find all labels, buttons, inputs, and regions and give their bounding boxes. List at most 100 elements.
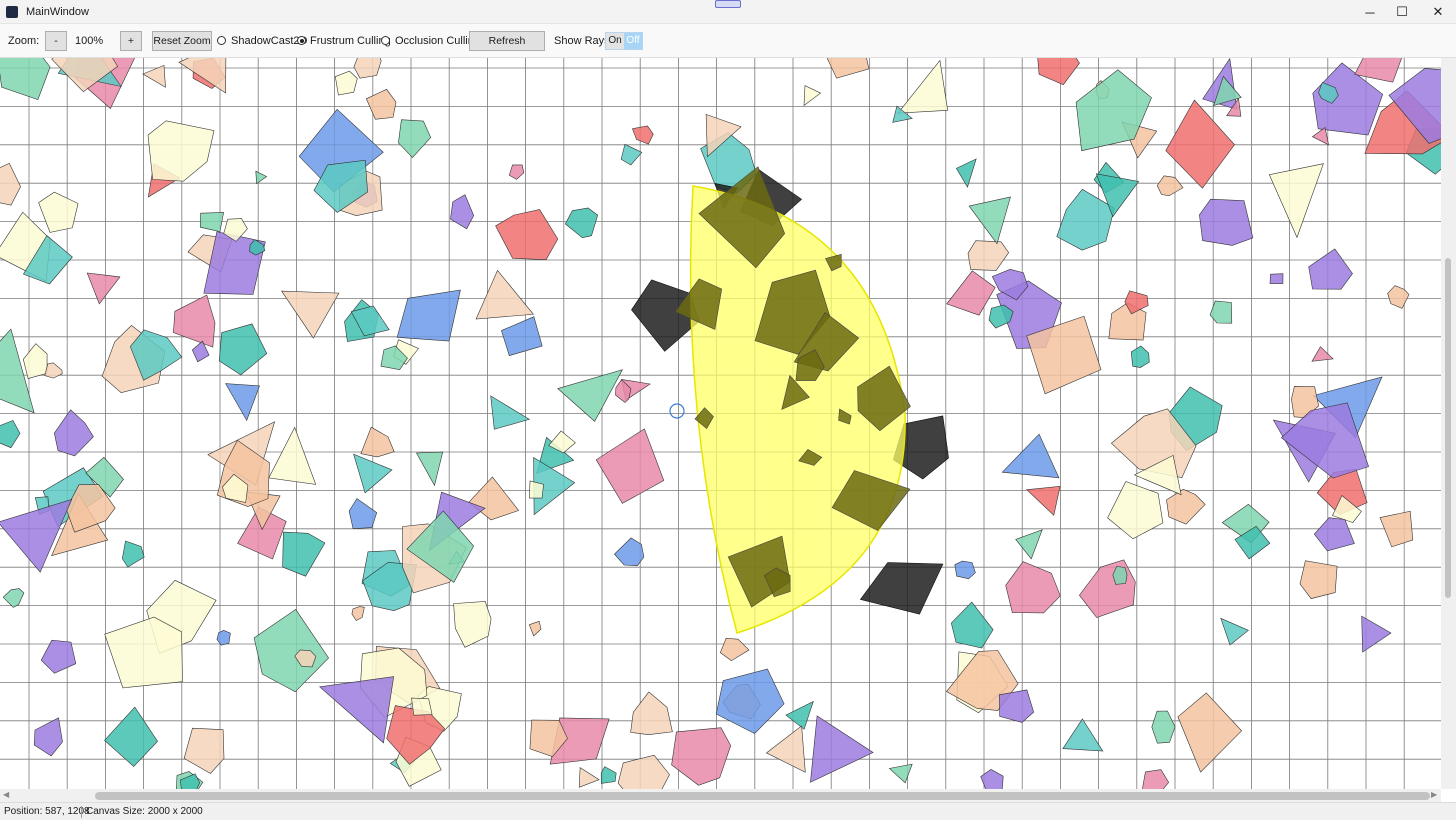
frustum-label[interactable]: Frustrum Culling	[310, 32, 391, 50]
camera-origin-icon	[669, 403, 685, 419]
scene-polygon	[495, 209, 559, 261]
scene-polygon	[86, 272, 121, 305]
scene-polygon	[453, 601, 492, 648]
scroll-right-icon[interactable]: ▶	[1431, 790, 1437, 799]
scene-polygon	[715, 668, 785, 734]
scene-polygon	[216, 629, 231, 646]
scene-polygon	[121, 540, 145, 568]
scene-polygon	[1142, 769, 1170, 789]
scene-polygon	[950, 601, 994, 649]
scene-polygon	[475, 269, 534, 320]
scene-polygon	[1387, 285, 1410, 309]
scene-polygon	[529, 480, 544, 499]
scene-polygon	[954, 560, 976, 580]
scene-polygon	[1269, 273, 1284, 284]
scene-polygon	[22, 343, 48, 379]
radio-occlusion[interactable]	[381, 36, 390, 45]
scene-polygon	[946, 270, 996, 316]
window-title: MainWindow	[26, 5, 89, 18]
scene-polygon	[1177, 692, 1243, 773]
show-rays-label: Show Rays	[554, 35, 610, 47]
scene-polygon	[142, 64, 166, 88]
scene-polygon	[282, 531, 326, 577]
scene-polygon	[888, 763, 913, 784]
scene-polygon	[1311, 346, 1334, 362]
title-bar: MainWindow ─ ☐ ✕	[0, 0, 1456, 24]
occlusion-label[interactable]: Occlusion Culling	[395, 32, 480, 50]
scene-polygon	[501, 316, 543, 356]
scene-polygon	[600, 766, 617, 784]
minimize-button[interactable]: ─	[1352, 0, 1388, 24]
horizontal-scroll-thumb[interactable]	[95, 792, 1430, 800]
snap-layout-handle[interactable]	[715, 0, 741, 8]
scene-polygon	[1199, 198, 1254, 246]
scene-polygon	[1062, 718, 1104, 752]
scene-polygon	[178, 58, 227, 94]
scene-polygon	[564, 207, 599, 239]
scene-polygon	[396, 289, 461, 342]
vertical-scrollbar[interactable]	[1441, 58, 1456, 789]
scene-polygon	[104, 706, 158, 767]
scene-polygon	[334, 70, 358, 96]
scene-polygon	[1299, 560, 1338, 599]
scene-polygon	[1026, 485, 1061, 516]
scene-polygon	[1166, 488, 1206, 525]
scene-polygon	[225, 383, 260, 422]
scene-polygon	[1361, 615, 1392, 653]
scene-polygon	[450, 194, 475, 230]
scene-polygon	[1268, 163, 1324, 239]
app-icon	[6, 5, 18, 18]
scene-polygon	[528, 620, 542, 637]
zoom-out-button[interactable]: -	[45, 31, 67, 51]
scene-canvas[interactable]	[0, 58, 1441, 789]
position-readout: Position: 587, 1208	[4, 806, 90, 817]
scene-polygon	[998, 689, 1035, 723]
scene-polygon	[253, 608, 329, 693]
show-rays-toggle[interactable]: On Off	[605, 32, 643, 50]
scene-polygon	[255, 170, 268, 185]
scene-svg[interactable]	[0, 58, 1441, 789]
scene-polygon	[1313, 517, 1355, 552]
rays-off-option[interactable]: Off	[624, 33, 642, 49]
radio-frustum[interactable]	[297, 36, 306, 45]
radio-shadowcast[interactable]	[217, 36, 226, 45]
scene-polygon	[595, 428, 665, 504]
rays-on-option[interactable]: On	[606, 33, 624, 49]
zoom-value: 100%	[75, 35, 104, 47]
scene-polygon	[173, 294, 216, 348]
scene-polygon	[33, 717, 63, 757]
zoom-in-button[interactable]: +	[120, 31, 142, 51]
scene-polygon	[268, 426, 317, 485]
scene-polygon	[490, 395, 531, 430]
scene-polygon	[411, 697, 433, 716]
close-button[interactable]: ✕	[1420, 0, 1456, 24]
scene-polygon	[1379, 510, 1414, 548]
vertical-scroll-thumb[interactable]	[1445, 258, 1451, 598]
scene-polygon	[147, 120, 215, 182]
culled-polygon	[859, 562, 944, 615]
scene-polygon	[1165, 99, 1235, 189]
maximize-button[interactable]: ☐	[1384, 0, 1420, 24]
scene-polygon	[1015, 529, 1043, 560]
scroll-left-icon[interactable]: ◀	[3, 790, 9, 799]
reset-zoom-button[interactable]: Reset Zoom	[152, 31, 212, 51]
scene-polygon	[1079, 559, 1136, 618]
toolbar: Zoom: - 100% + Reset Zoom ShadowCast2D F…	[0, 24, 1456, 58]
horizontal-scrollbar[interactable]: ◀ ▶	[0, 789, 1441, 802]
scene-polygon	[0, 163, 21, 206]
scene-polygon	[897, 59, 949, 114]
scene-polygon	[281, 290, 340, 339]
scene-polygon	[617, 754, 670, 789]
scene-polygon	[620, 143, 643, 166]
status-bar: Position: 587, 1208 Canvas Size: 2000 x …	[0, 802, 1456, 820]
scene-polygon	[967, 240, 1010, 271]
scene-polygon	[810, 715, 874, 783]
scene-polygon	[38, 191, 79, 233]
scene-polygon	[104, 616, 183, 689]
scene-polygon	[53, 409, 94, 457]
scene-polygon	[968, 196, 1011, 245]
scene-polygon	[827, 58, 870, 79]
refresh-button[interactable]: Refresh	[469, 31, 545, 51]
scene-polygon	[1130, 345, 1150, 368]
shadowcast-label[interactable]: ShadowCast2D	[231, 32, 307, 50]
